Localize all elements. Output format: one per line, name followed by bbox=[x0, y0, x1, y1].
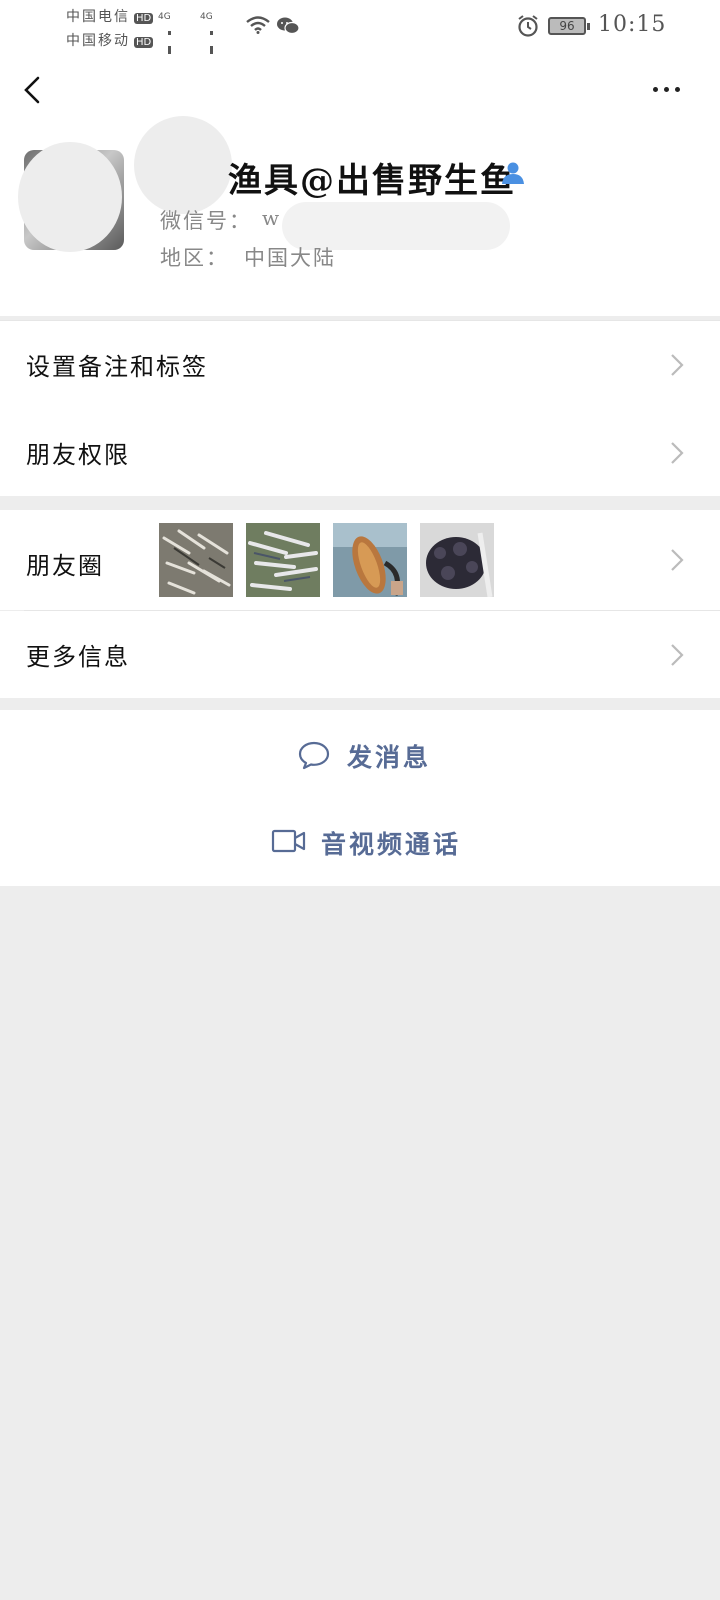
battery-icon: 96 bbox=[548, 17, 590, 35]
back-arrow-icon[interactable] bbox=[14, 70, 50, 110]
carrier-2: 中国移动 HD bbox=[66, 33, 154, 49]
video-camera-icon bbox=[271, 829, 306, 853]
moments-photo-3[interactable] bbox=[333, 523, 407, 597]
chevron-right-icon bbox=[671, 549, 684, 571]
friend-permissions-row[interactable]: 朋友权限 bbox=[0, 409, 720, 496]
more-info-label: 更多信息 bbox=[26, 643, 130, 671]
contact-person-icon bbox=[502, 162, 524, 184]
alarm-icon bbox=[518, 15, 538, 37]
contact-nickname: 渔具@出售野生鱼 bbox=[228, 161, 516, 201]
chat-bubble-icon bbox=[298, 741, 330, 770]
friend-permissions-label: 朋友权限 bbox=[26, 441, 130, 469]
avatar-blur-mask bbox=[18, 142, 122, 252]
region-label: 地区： bbox=[160, 246, 229, 270]
moments-photo-1[interactable] bbox=[159, 523, 233, 597]
video-call-label: 音视频通话 bbox=[321, 830, 462, 859]
hd-badge-1: HD bbox=[134, 13, 154, 24]
moments-photo-4[interactable] bbox=[420, 523, 494, 597]
wechat-icon bbox=[277, 17, 300, 35]
chevron-right-icon bbox=[671, 644, 684, 666]
chevron-right-icon bbox=[671, 354, 684, 376]
send-message-label: 发消息 bbox=[347, 743, 432, 772]
remark-tags-row[interactable]: 设置备注和标签 bbox=[0, 321, 720, 409]
wifi-icon bbox=[246, 16, 270, 34]
chevron-right-icon bbox=[671, 442, 684, 464]
region-value: 中国大陆 bbox=[244, 246, 336, 270]
hd-badge-2: HD bbox=[134, 37, 154, 48]
moments-label: 朋友圈 bbox=[26, 552, 104, 580]
status-bar: 中国电信 HD 中国移动 HD 4G 4G 96 10:15 bbox=[0, 0, 720, 92]
nickname-blur-mask bbox=[134, 116, 232, 214]
status-time: 10:15 bbox=[598, 12, 667, 37]
more-info-row[interactable]: 更多信息 bbox=[0, 611, 720, 698]
wechat-id-value: w bbox=[262, 206, 280, 230]
more-dots-icon[interactable] bbox=[650, 82, 690, 98]
carrier-1: 中国电信 HD bbox=[66, 9, 154, 25]
moments-photo-2[interactable] bbox=[246, 523, 320, 597]
wechat-id-label: 微信号： bbox=[160, 209, 252, 233]
remark-tags-label: 设置备注和标签 bbox=[26, 353, 208, 381]
